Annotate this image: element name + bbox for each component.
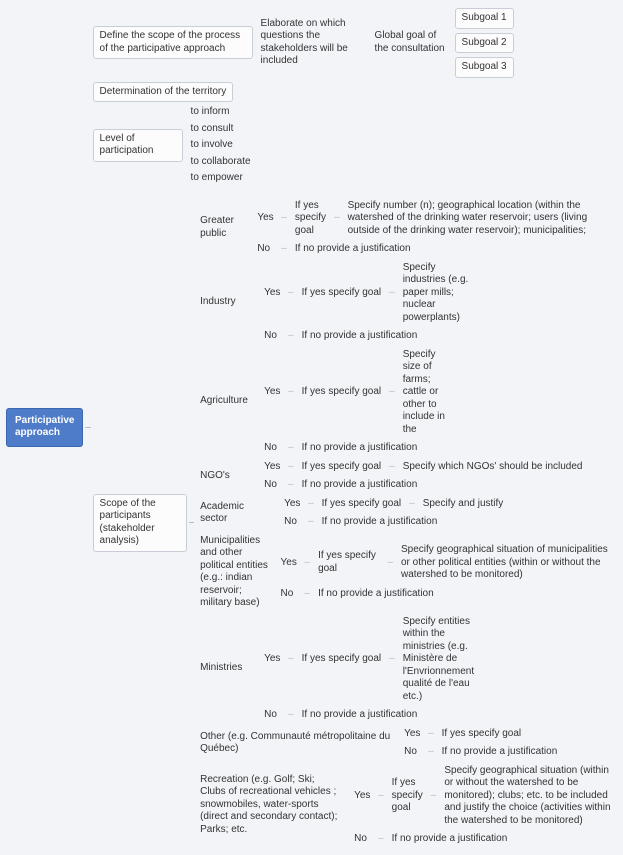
cat-other: Other (e.g. Communauté métropolitaine du…	[194, 725, 619, 762]
node-subgoal1[interactable]: Subgoal 1	[455, 8, 514, 29]
node-level-inform[interactable]: to inform	[187, 105, 255, 120]
node-level-empower[interactable]: to empower	[187, 171, 255, 186]
stakeholder-categories: Greater public Yes – If yes specify goal…	[194, 197, 619, 849]
cat-ministries: Ministries Yes– If yes specify goal– Spe…	[194, 613, 619, 725]
cat-agriculture: Agriculture Yes– If yes specify goal– Sp…	[194, 346, 619, 458]
cat-industry: Industry Yes– If yes specify goal– Speci…	[194, 259, 619, 346]
node-level-consult[interactable]: to consult	[187, 122, 255, 137]
node-scope-process[interactable]: Define the scope of the process of the p…	[93, 26, 253, 59]
label-ministries[interactable]: Ministries	[196, 660, 256, 677]
mindmap-root-row: Participative approach Define the scope …	[4, 6, 619, 849]
cat-recreation: Recreation (e.g. Golf; Ski; Clubs of rec…	[194, 762, 619, 849]
cat-public: Greater public Yes – If yes specify goal…	[194, 197, 619, 259]
branch-level: Level of participation to inform to cons…	[91, 104, 619, 187]
detail-agriculture: Specify size of farms; cattle or other t…	[399, 347, 459, 439]
cat-academic: Academic sector Yes– If yes specify goal…	[194, 495, 619, 532]
if-no-public[interactable]: If no provide a justification	[291, 241, 415, 258]
label-industry[interactable]: Industry	[196, 294, 256, 311]
no[interactable]: No	[253, 241, 277, 258]
label-academic[interactable]: Academic sector	[196, 499, 276, 528]
label-agriculture[interactable]: Agriculture	[196, 393, 256, 410]
node-subgoal3[interactable]: Subgoal 3	[455, 57, 514, 78]
branch-determination: Determination of the territory	[91, 80, 619, 105]
node-level-involve[interactable]: to involve	[187, 138, 255, 153]
label-muni[interactable]: Municipalities and other political entit…	[196, 533, 272, 612]
branch-scope-participants: Scope of the participants (stakeholder a…	[91, 197, 619, 849]
node-level-collaborate[interactable]: to collaborate	[187, 155, 255, 170]
detail-recreation: Specify geographical situation (within o…	[440, 763, 617, 830]
yes[interactable]: Yes	[253, 210, 277, 227]
node-scope-participants[interactable]: Scope of the participants (stakeholder a…	[93, 494, 188, 552]
root-node[interactable]: Participative approach	[6, 408, 83, 447]
node-subgoal2[interactable]: Subgoal 2	[455, 33, 514, 54]
branch-scope-process: Define the scope of the process of the p…	[91, 6, 619, 80]
detail-muni: Specify geographical situation of munici…	[397, 542, 617, 584]
detail-ministries: Specify entities within the ministries (…	[399, 614, 489, 706]
node-global-goal[interactable]: Global goal of the consultation	[371, 28, 451, 57]
label-recreation[interactable]: Recreation (e.g. Golf; Ski; Clubs of rec…	[196, 772, 346, 839]
detail-academic: Specify and justify	[419, 496, 508, 513]
level1-col: Define the scope of the process of the p…	[91, 6, 619, 849]
cat-ngos: NGO's Yes– If yes specify goal– Specify …	[194, 458, 619, 495]
detail-ngos: Specify which NGOs' should be included	[399, 459, 587, 476]
detail-public: Specify number (n); geographical locatio…	[344, 198, 617, 240]
node-determination[interactable]: Determination of the territory	[93, 82, 234, 103]
detail-industry: Specify industries (e.g. paper mills; nu…	[399, 260, 479, 327]
cat-muni: Municipalities and other political entit…	[194, 532, 619, 613]
node-elaborate[interactable]: Elaborate on which questions the stakeho…	[257, 16, 367, 70]
if-yes-public[interactable]: If yes specify goal	[291, 198, 330, 240]
label-ngos[interactable]: NGO's	[196, 468, 256, 485]
label-other[interactable]: Other (e.g. Communauté métropolitaine du…	[196, 729, 396, 758]
node-level[interactable]: Level of participation	[93, 129, 183, 162]
label-public[interactable]: Greater public	[196, 213, 249, 242]
